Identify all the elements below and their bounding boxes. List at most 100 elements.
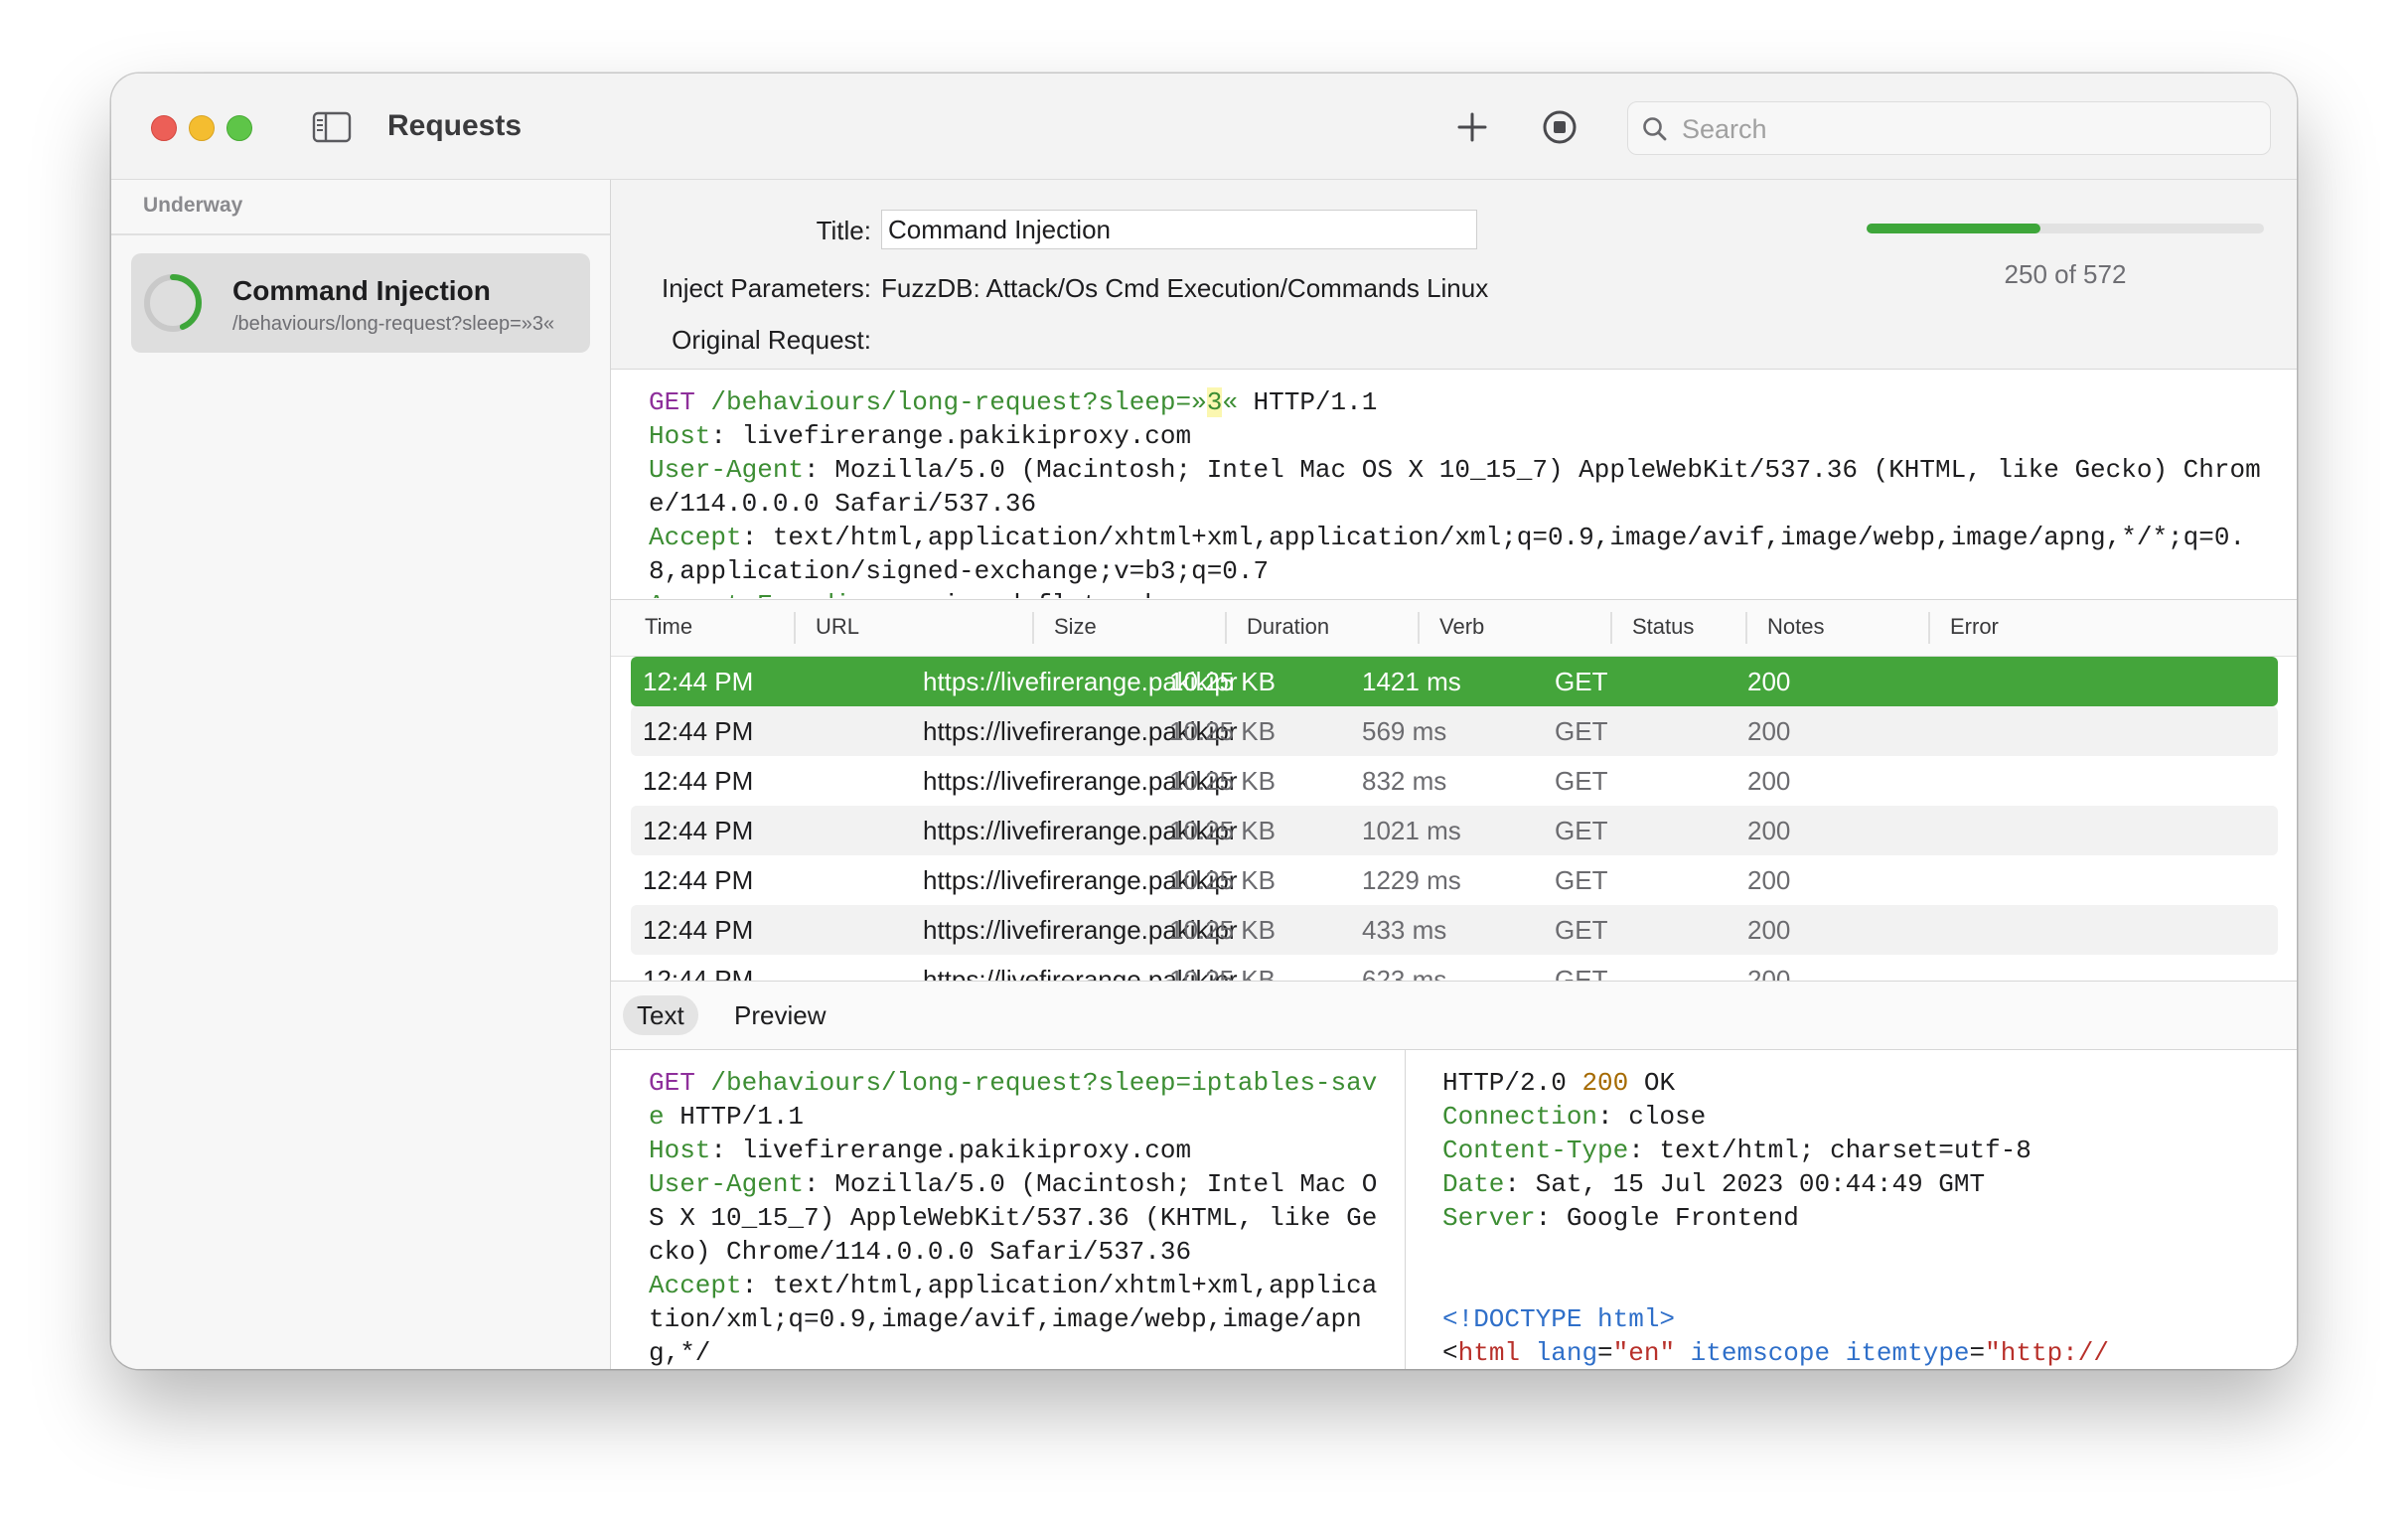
add-icon[interactable] (1450, 105, 1494, 149)
cell-status: 200 (1747, 865, 1791, 895)
header-value: : Sat, 15 Jul 2023 00:44:49 GMT (1504, 1169, 1986, 1199)
zoom-window-button[interactable] (226, 115, 252, 141)
cell-size: 10.25 KB (1169, 716, 1276, 746)
request-text-view[interactable]: GET /behaviours/long-request?sleep=iptab… (611, 1050, 1406, 1369)
table-row[interactable]: 12:44 PM https://livefirerange.pakikipr … (631, 756, 2278, 806)
table-row[interactable]: 12:44 PM https://livefirerange.pakikipr … (631, 855, 2278, 905)
title-input[interactable] (881, 210, 1477, 249)
table-header: Time URL Size Duration Verb Status Notes… (611, 600, 2297, 657)
table-body: 12:44 PM https://livefirerange.pakikipr … (631, 657, 2278, 982)
detail-pane: Title: Inject Parameters: FuzzDB: Attack… (611, 180, 2297, 1369)
request-protocol: HTTP/1.1 (1237, 387, 1378, 417)
cell-duration: 1229 ms (1362, 865, 1461, 895)
html-attr-name: itemscope (1675, 1338, 1831, 1368)
progress-ring-icon (144, 274, 202, 332)
cell-verb: GET (1555, 865, 1608, 895)
header-name: User-Agent (649, 455, 805, 485)
header-name: Connection (1442, 1102, 1598, 1132)
column-separator (1032, 612, 1034, 644)
column-header-status[interactable]: Status (1632, 614, 1694, 640)
toolbar-title: Requests (387, 109, 523, 142)
html-attr-value: "http:// (1985, 1338, 2109, 1368)
header-name: Accept-Encoding (649, 590, 881, 598)
html-attr-eq: = (1597, 1338, 1613, 1368)
header-name: User-Agent (649, 1169, 805, 1199)
column-header-error[interactable]: Error (1950, 614, 1999, 640)
header-name: Host (649, 421, 711, 451)
inject-parameters-label: Inject Parameters: (662, 273, 871, 303)
cell-duration: 569 ms (1362, 716, 1447, 746)
header-value: : gzip, deflate, br (881, 590, 1175, 598)
cell-time: 12:44 PM (643, 816, 754, 845)
cell-verb: GET (1555, 915, 1608, 945)
cell-time: 12:44 PM (643, 667, 754, 696)
column-header-url[interactable]: URL (816, 614, 859, 640)
column-header-time[interactable]: Time (645, 614, 692, 640)
cell-time: 12:44 PM (643, 965, 754, 982)
html-tag-open: < (1442, 1338, 1458, 1368)
search-icon (1643, 117, 1667, 141)
request-method: GET (649, 1068, 695, 1098)
request-protocol: HTTP/1.1 (664, 1102, 805, 1132)
cell-time: 12:44 PM (643, 915, 754, 945)
cell-status: 200 (1747, 965, 1791, 982)
minimize-window-button[interactable] (189, 115, 215, 141)
sidebar-item-title: Command Injection (232, 275, 491, 306)
header-value: : text/html; charset=utf-8 (1628, 1136, 2032, 1165)
column-separator (1418, 612, 1420, 644)
column-header-duration[interactable]: Duration (1247, 614, 1329, 640)
header-value: : text/html,application/xhtml+xml,applic… (649, 1271, 1378, 1368)
cell-duration: 1021 ms (1362, 816, 1461, 845)
column-header-verb[interactable]: Verb (1439, 614, 1484, 640)
column-header-size[interactable]: Size (1054, 614, 1097, 640)
cell-verb: GET (1555, 965, 1608, 982)
app-window: Requests Underway Command Injection (111, 74, 2297, 1369)
cell-size: 10.25 KB (1169, 915, 1276, 945)
column-header-notes[interactable]: Notes (1767, 614, 1824, 640)
html-doctype: <!DOCTYPE html> (1442, 1304, 1676, 1334)
request-method: GET (649, 387, 695, 417)
sidebar-item-subtitle: /behaviours/long-request?sleep=»3« (232, 313, 555, 335)
cell-size: 10.25 KB (1169, 965, 1276, 982)
response-protocol: HTTP/2.0 (1442, 1068, 1582, 1098)
table-row[interactable]: 12:44 PM https://livefirerange.pakikipr … (631, 806, 2278, 855)
sidebar-item-command-injection[interactable]: Command Injection /behaviours/long-reque… (131, 253, 590, 353)
results-table: Time URL Size Duration Verb Status Notes… (611, 599, 2297, 982)
tab-preview[interactable]: Preview (720, 995, 839, 1035)
response-text-view[interactable]: HTTP/2.0 200 OK Connection: close Conten… (1407, 1050, 2297, 1369)
search-input[interactable] (1680, 110, 2260, 148)
toolbar: Requests (111, 74, 2297, 180)
close-window-button[interactable] (151, 115, 177, 141)
header-value: : Google Frontend (1535, 1203, 1799, 1233)
sidebar: Underway Command Injection /behaviours/l… (111, 180, 611, 1369)
cell-time: 12:44 PM (643, 716, 754, 746)
table-row[interactable]: 12:44 PM https://livefirerange.pakikipr … (631, 657, 2278, 706)
response-status-code: 200 (1581, 1068, 1629, 1098)
response-status-text: OK (1628, 1068, 1676, 1098)
cell-status: 200 (1747, 667, 1791, 696)
search-field[interactable] (1627, 101, 2271, 155)
header-name: Accept (649, 523, 742, 552)
table-row[interactable]: 12:44 PM https://livefirerange.pakikipr … (631, 706, 2278, 756)
header-name: Date (1442, 1169, 1505, 1199)
original-request-editor[interactable]: GET /behaviours/long-request?sleep=»3« H… (611, 370, 2297, 598)
cell-verb: GET (1555, 716, 1608, 746)
request-path: /behaviours/long-request?sleep=»3« (710, 387, 1238, 417)
header-name: Host (649, 1136, 711, 1165)
table-row[interactable]: 12:44 PM https://livefirerange.pakikipr … (631, 905, 2278, 955)
cell-duration: 1421 ms (1362, 667, 1461, 696)
tab-text[interactable]: Text (623, 995, 698, 1035)
title-label: Title: (816, 216, 871, 245)
column-separator (1225, 612, 1227, 644)
table-row[interactable]: 12:44 PM https://livefirerange.pakikipr … (631, 955, 2278, 982)
cell-status: 200 (1747, 716, 1791, 746)
cell-time: 12:44 PM (643, 766, 754, 796)
html-attr-value: "en" (1612, 1338, 1676, 1368)
html-attr-name: itemtype (1830, 1338, 1970, 1368)
sidebar-toggle-icon[interactable] (312, 111, 352, 143)
header-value: : livefirerange.pakikiproxy.com (710, 1136, 1192, 1165)
cell-verb: GET (1555, 766, 1608, 796)
stop-icon[interactable] (1538, 105, 1581, 149)
view-tabs: Text Preview (611, 981, 2297, 1050)
header-name: Server (1442, 1203, 1536, 1233)
